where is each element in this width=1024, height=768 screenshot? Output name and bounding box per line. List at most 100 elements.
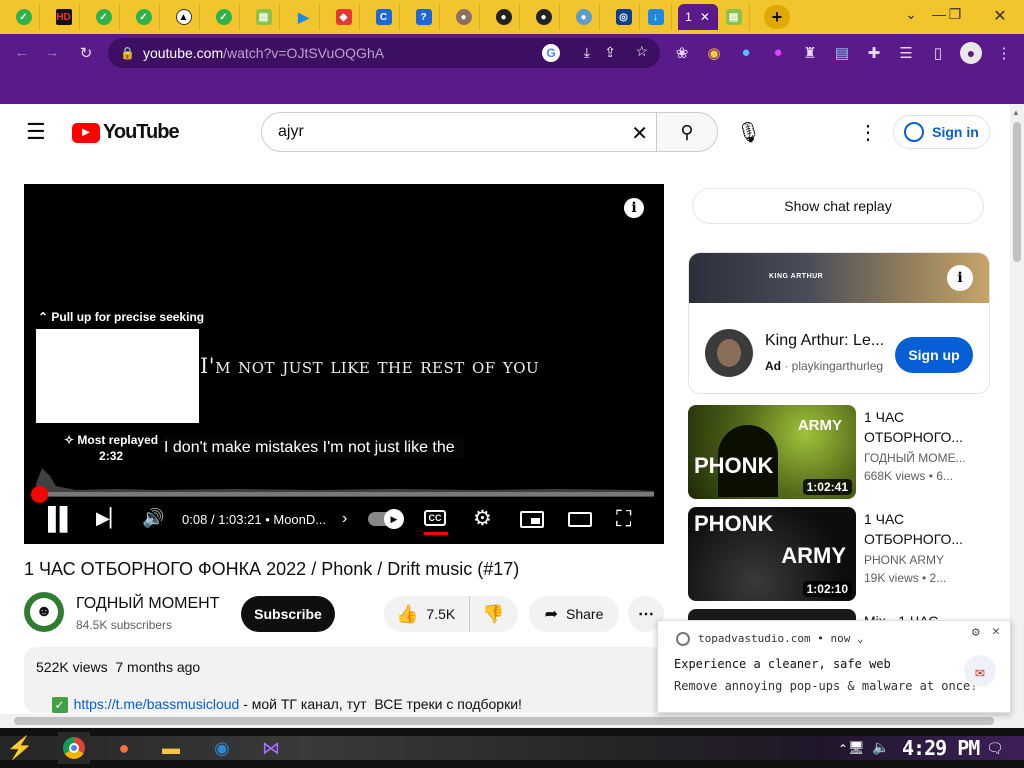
clear-search-icon[interactable]: ✕ (631, 121, 648, 146)
tab[interactable]: C (368, 4, 400, 30)
google-icon[interactable]: G (542, 44, 560, 62)
like-button[interactable]: 👍 7.5K (384, 596, 470, 632)
tab[interactable]: ● (528, 4, 560, 30)
autoplay-toggle[interactable]: ▶ (368, 509, 404, 529)
description-box[interactable]: 522K views 7 months ago ✓ https://t.me/ba… (24, 647, 664, 713)
pause-button[interactable]: ▌▌ (48, 506, 75, 532)
start-button[interactable]: ⚡ (4, 732, 36, 764)
dislike-button[interactable]: 👎 (470, 604, 504, 625)
extension-icon[interactable]: ◉ (704, 44, 724, 62)
horizontal-scrollbar[interactable] (0, 714, 1010, 728)
volume-tray-icon[interactable]: 🔈 (872, 739, 889, 756)
puzzle-icon[interactable]: ✚ (864, 44, 884, 62)
visual-studio-taskbar-icon[interactable]: ⋈ (255, 732, 287, 764)
microphone-icon[interactable]: 🎙 (736, 120, 761, 145)
tab[interactable]: ▲ (168, 4, 200, 30)
tab[interactable]: ● (568, 4, 600, 30)
progress-scrubber[interactable] (31, 486, 48, 503)
reading-list-icon[interactable]: ☰ (896, 44, 916, 62)
tab[interactable]: ▶ (288, 4, 320, 30)
share-icon[interactable]: ⇪ (604, 44, 616, 61)
install-icon[interactable]: ⤓ (584, 44, 590, 61)
show-chat-replay-button[interactable]: Show chat replay (692, 188, 984, 224)
next-button[interactable]: ▶▏ (96, 508, 124, 529)
page-scrollbar[interactable]: ▲ (1010, 104, 1024, 728)
extension-icon[interactable]: ♜ (800, 44, 820, 62)
menu-kebab-icon[interactable]: ⋮ (994, 44, 1014, 62)
tray-chevron-icon[interactable]: ⌃ (838, 742, 848, 756)
scroll-up-arrow[interactable]: ▲ (1012, 108, 1020, 117)
forward-icon[interactable]: → (42, 44, 62, 61)
chevron-right-icon[interactable]: › (342, 510, 347, 528)
tab[interactable]: ▤ (248, 4, 280, 30)
file-explorer-taskbar-icon[interactable]: ▬ (155, 732, 187, 764)
info-icon[interactable]: i (624, 198, 644, 218)
firefox-taskbar-icon[interactable]: ● (108, 732, 140, 764)
extension-icon[interactable]: ▤ (832, 44, 852, 62)
tab[interactable]: ▤ (718, 4, 750, 30)
reload-icon[interactable]: ↻ (76, 44, 96, 62)
progress-bar[interactable] (31, 486, 654, 503)
ad-card[interactable]: KING ARTHUR i King Arthur: Le... Ad · pl… (688, 252, 990, 394)
channel-name[interactable]: ГОДНЫЙ МОМЕНТ (76, 595, 219, 613)
theater-mode-button[interactable] (568, 512, 592, 527)
restore-icon[interactable]: ❐ (940, 6, 970, 23)
tab[interactable]: ✓ (88, 4, 120, 30)
ad-info-icon[interactable]: i (947, 265, 973, 291)
tab[interactable]: ✓ (128, 4, 160, 30)
side-panel-icon[interactable]: ▯ (928, 44, 948, 62)
chevron-down-icon[interactable]: ⌄ (896, 6, 926, 23)
tab[interactable]: ↓ (640, 4, 672, 30)
settings-gear-icon[interactable]: ⚙ (473, 506, 492, 531)
tab[interactable]: HD (48, 4, 80, 30)
notification-close-icon[interactable]: ✕ (992, 624, 1000, 639)
profile-avatar-icon[interactable]: ● (960, 42, 982, 64)
sign-in-button[interactable]: Sign in (893, 115, 990, 149)
settings-kebab-icon[interactable]: ⋮ (858, 120, 878, 145)
extension-icon[interactable]: ● (768, 44, 788, 61)
notification-settings-icon[interactable]: ⚙ (972, 625, 980, 640)
chapter-label[interactable]: MoonD... (273, 512, 326, 527)
extension-icon[interactable]: ● (736, 44, 756, 61)
network-icon[interactable]: 🖥 (848, 740, 865, 756)
fullscreen-button[interactable]: ⛶ (616, 506, 631, 532)
horizontal-scrollbar-thumb[interactable] (14, 717, 994, 725)
channel-avatar[interactable]: ☻ (24, 592, 64, 632)
scrollbar-thumb[interactable] (1013, 122, 1021, 262)
search-button[interactable]: ⚲ (656, 112, 718, 152)
extension-icon[interactable]: ❀ (672, 44, 692, 62)
tab[interactable]: ◆ (328, 4, 360, 30)
description-link[interactable]: https://t.me/bassmusicloud (74, 696, 240, 712)
share-button[interactable]: ➦ Share (529, 596, 619, 632)
action-center-icon[interactable]: 🗨 (986, 740, 1004, 757)
tab[interactable]: ? (408, 4, 440, 30)
tab-active[interactable]: 1 ✕ (678, 4, 718, 30)
new-tab-button[interactable]: + (764, 5, 790, 29)
tab[interactable]: ◎ (608, 4, 640, 30)
close-window-icon[interactable]: ✕ (985, 6, 1015, 26)
ad-title[interactable]: King Arthur: Le... (765, 332, 884, 350)
recommendation-item[interactable]: ARMY PHONK 1:02:41 1 ЧАС ОТБОРНОГО... ГО… (688, 405, 988, 501)
taskbar-clock[interactable]: 4:29 PM (902, 736, 980, 760)
recommendation-item[interactable]: PHONK ARMY 1:02:10 1 ЧАС ОТБОРНОГО... PH… (688, 507, 988, 603)
video-player[interactable]: i ⌃ Pull up for precise seeking I'm not … (24, 184, 664, 544)
edge-taskbar-icon[interactable]: ◉ (206, 732, 238, 764)
bookmark-star-icon[interactable]: ☆ (635, 43, 648, 60)
tab[interactable]: ✓ (8, 4, 40, 30)
search-input[interactable]: ajyr ✕ (261, 112, 657, 152)
chrome-taskbar-icon[interactable] (58, 732, 90, 764)
ad-signup-button[interactable]: Sign up (895, 337, 973, 373)
tab[interactable]: ✓ (208, 4, 240, 30)
close-tab-icon[interactable]: ✕ (700, 10, 710, 24)
volume-button[interactable]: 🔊 (142, 508, 164, 529)
miniplayer-button[interactable] (520, 511, 544, 528)
tab[interactable]: ● (448, 4, 480, 30)
subscribe-button[interactable]: Subscribe (241, 596, 335, 632)
tab[interactable]: ● (488, 4, 520, 30)
youtube-logo[interactable]: ▶ YouTube (72, 121, 180, 144)
subtitles-button[interactable]: CC (424, 510, 446, 526)
hamburger-menu-icon[interactable]: ☰ (26, 121, 46, 143)
address-bar[interactable]: 🔒 youtube.com /watch?v=OJtSVuOQGhA G ⤓ ⇪… (108, 38, 660, 68)
back-icon[interactable]: ← (12, 44, 32, 61)
push-notification[interactable]: topadvastudio.com • now ⌄ ⚙ ✕ Experience… (657, 620, 1011, 713)
